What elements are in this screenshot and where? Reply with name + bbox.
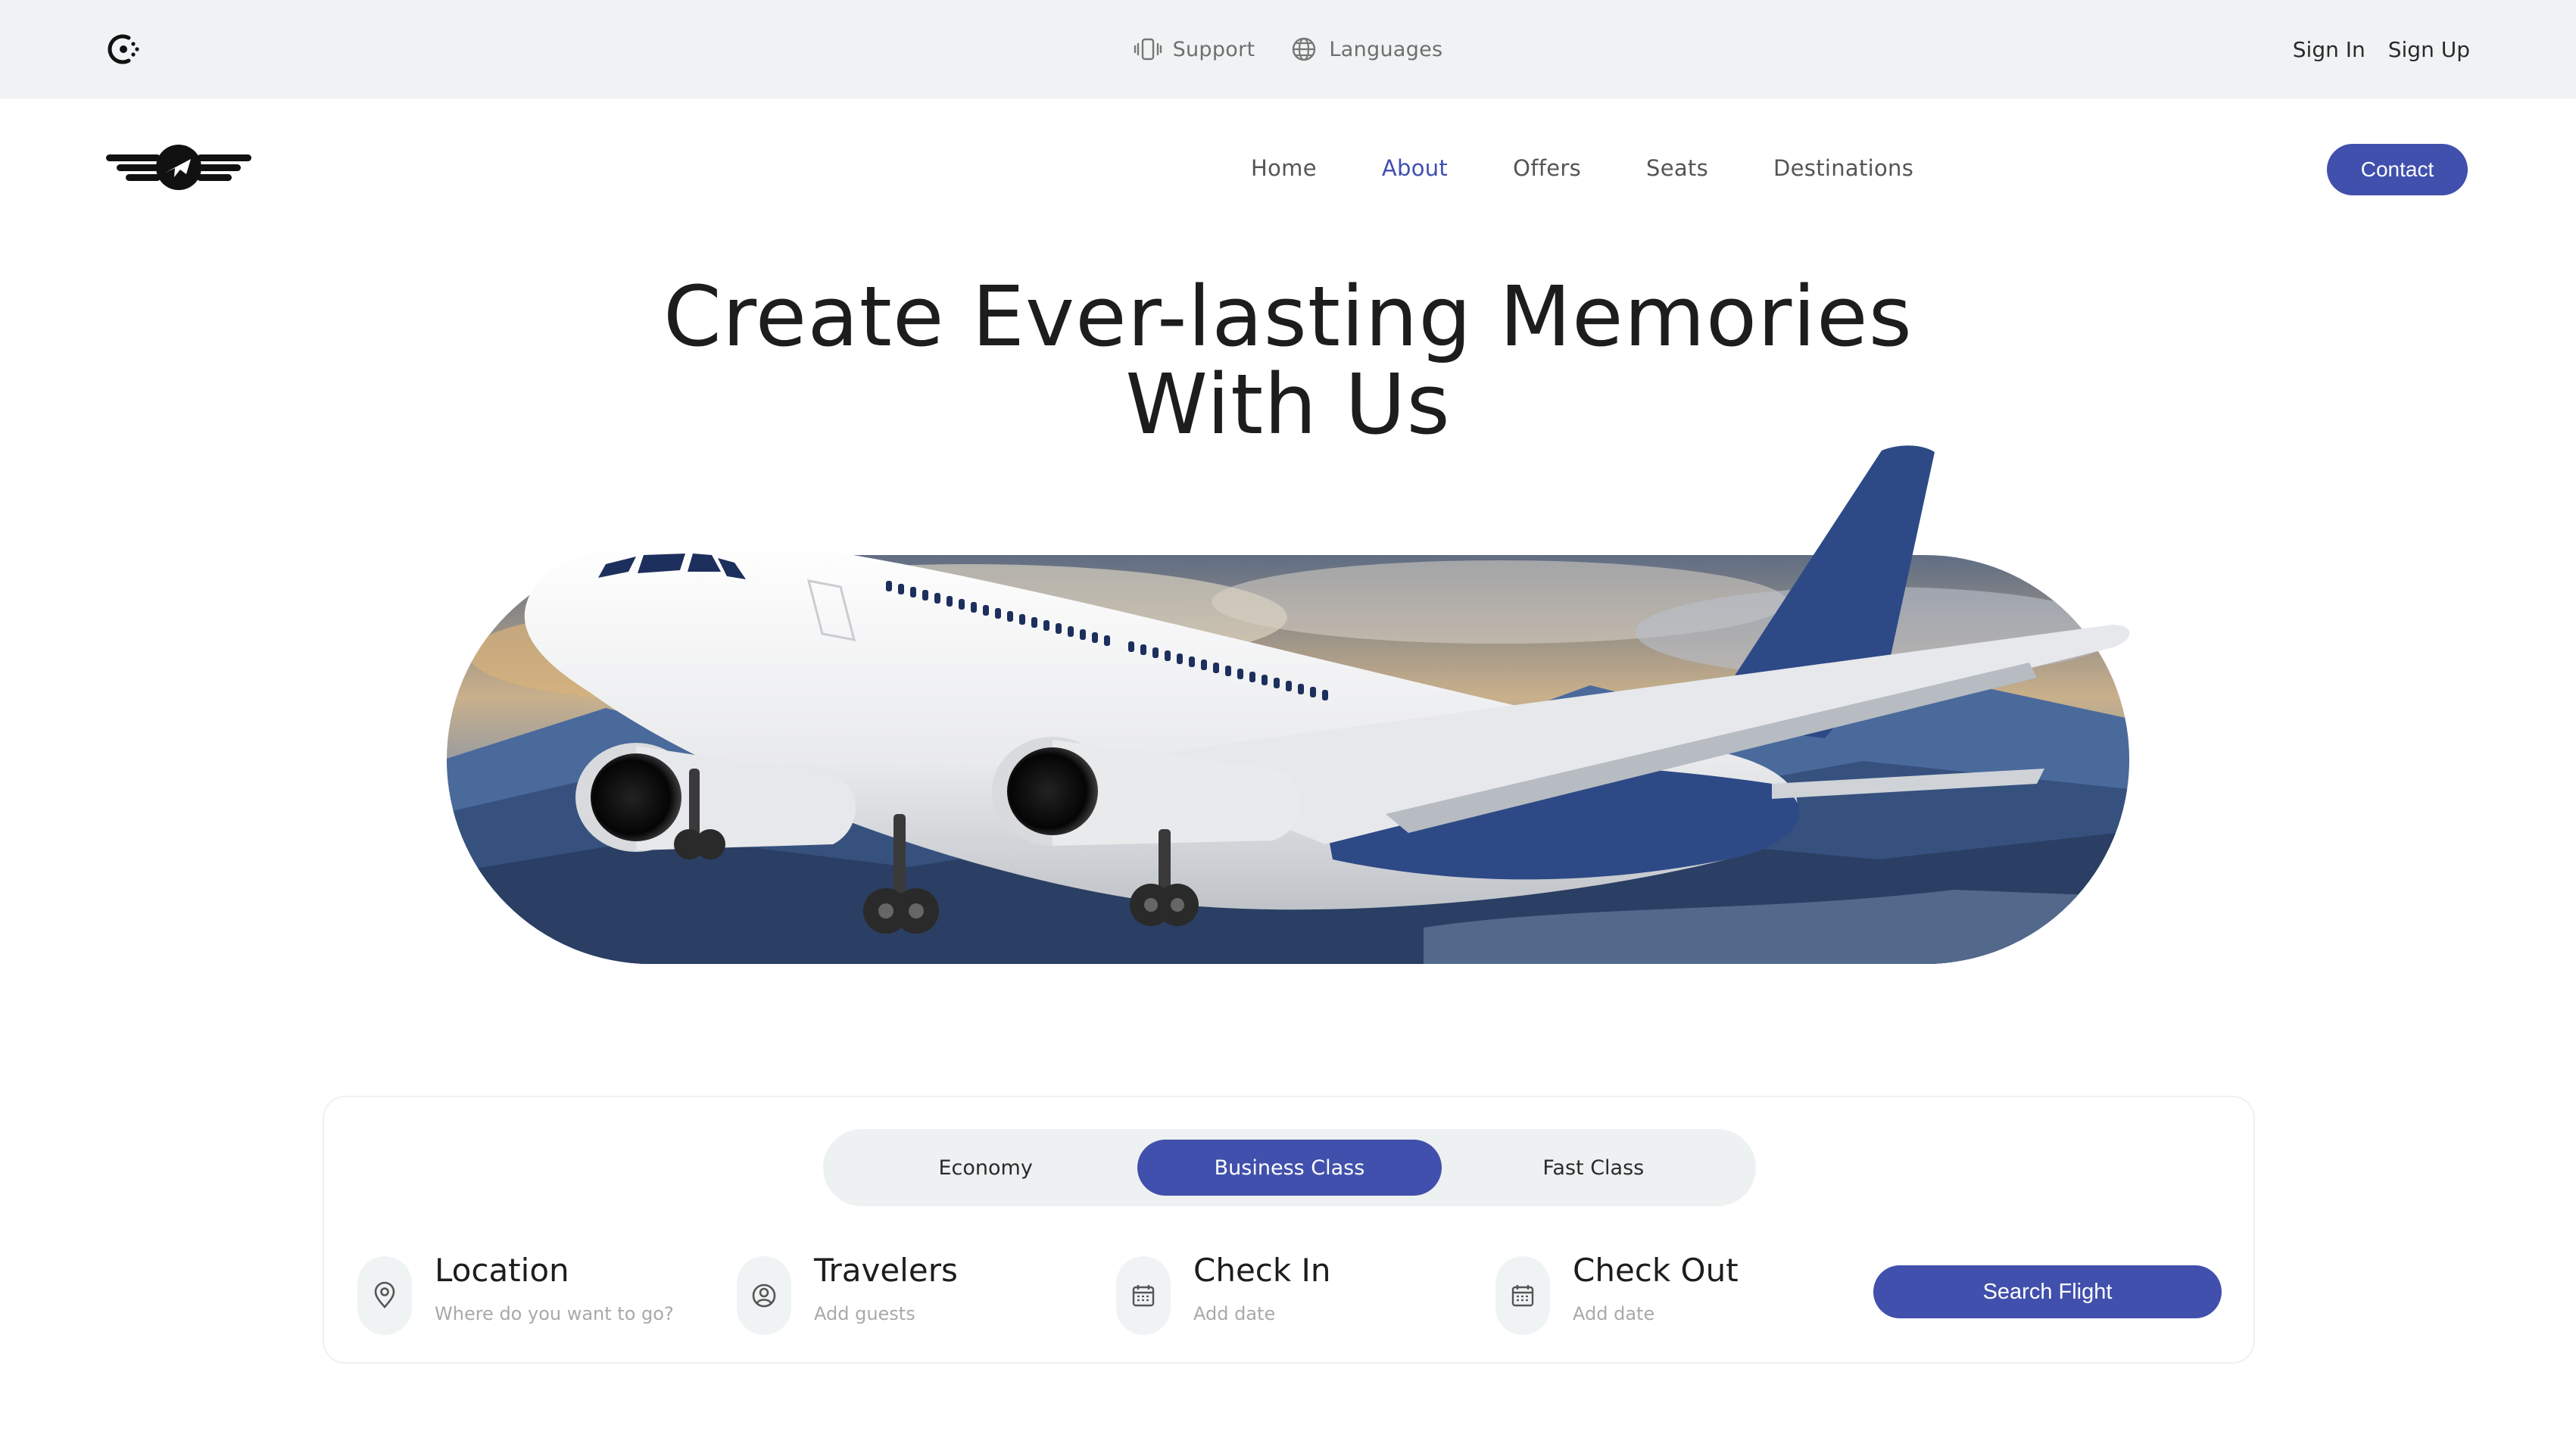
tab-business-class[interactable]: Business Class	[1137, 1140, 1442, 1196]
nav-about[interactable]: About	[1382, 155, 1448, 181]
support-label: Support	[1172, 37, 1255, 61]
tab-fast-class[interactable]: Fast Class	[1442, 1140, 1745, 1196]
main-nav: Home About Offers Seats Destinations	[1251, 150, 1913, 186]
calendar-icon-wrap	[1116, 1256, 1171, 1335]
support-link[interactable]: Support	[1134, 35, 1255, 64]
contact-button[interactable]: Contact	[2327, 144, 2468, 195]
flight-search-panel: Economy Business Class Fast Class Locati…	[323, 1096, 2255, 1364]
sign-up-link[interactable]: Sign Up	[2388, 37, 2470, 62]
phone-vibrate-icon	[1134, 38, 1162, 61]
check-in-label: Check In	[1193, 1252, 1331, 1289]
tab-economy[interactable]: Economy	[834, 1140, 1137, 1196]
hero-title: Create Ever-lasting Memories With Us	[0, 273, 2576, 448]
check-out-field[interactable]: Check Out	[1495, 1252, 1891, 1335]
check-out-label: Check Out	[1573, 1252, 1739, 1289]
winged-plane-logo-icon[interactable]	[106, 144, 251, 191]
travelers-field[interactable]: Travelers	[737, 1252, 1132, 1335]
sign-in-link[interactable]: Sign In	[2293, 37, 2365, 62]
languages-link[interactable]: Languages	[1290, 35, 1442, 64]
check-out-input[interactable]	[1573, 1303, 1891, 1324]
search-flight-button[interactable]: Search Flight	[1873, 1265, 2222, 1318]
user-circle-icon-wrap	[737, 1256, 791, 1335]
class-tabs: Economy Business Class Fast Class	[823, 1129, 1756, 1206]
location-label: Location	[435, 1252, 569, 1289]
calendar-icon	[1132, 1285, 1155, 1307]
languages-label: Languages	[1329, 37, 1443, 61]
user-circle-icon	[752, 1283, 776, 1308]
nav-destinations[interactable]: Destinations	[1773, 155, 1913, 181]
calendar-icon-wrap-2	[1495, 1256, 1550, 1335]
map-pin-icon	[374, 1281, 395, 1308]
travelers-input[interactable]	[814, 1303, 1132, 1324]
calendar-icon	[1511, 1285, 1534, 1307]
location-input[interactable]	[435, 1303, 753, 1324]
airplane-over-mountains-illustration	[447, 445, 2130, 964]
nav-seats[interactable]: Seats	[1646, 155, 1708, 181]
check-in-field[interactable]: Check In	[1116, 1252, 1511, 1335]
utility-bar: Support Languages Sign In Sign Up	[0, 0, 2576, 98]
nav-home[interactable]: Home	[1251, 155, 1317, 181]
location-field[interactable]: Location	[357, 1252, 753, 1335]
travelers-label: Travelers	[814, 1252, 958, 1289]
check-in-input[interactable]	[1193, 1303, 1511, 1324]
map-pin-icon-wrap	[357, 1256, 412, 1335]
nav-offers[interactable]: Offers	[1513, 155, 1581, 181]
globe-icon	[1293, 37, 1316, 61]
hero-title-line1: Create Ever-lasting Memories	[663, 268, 1913, 365]
